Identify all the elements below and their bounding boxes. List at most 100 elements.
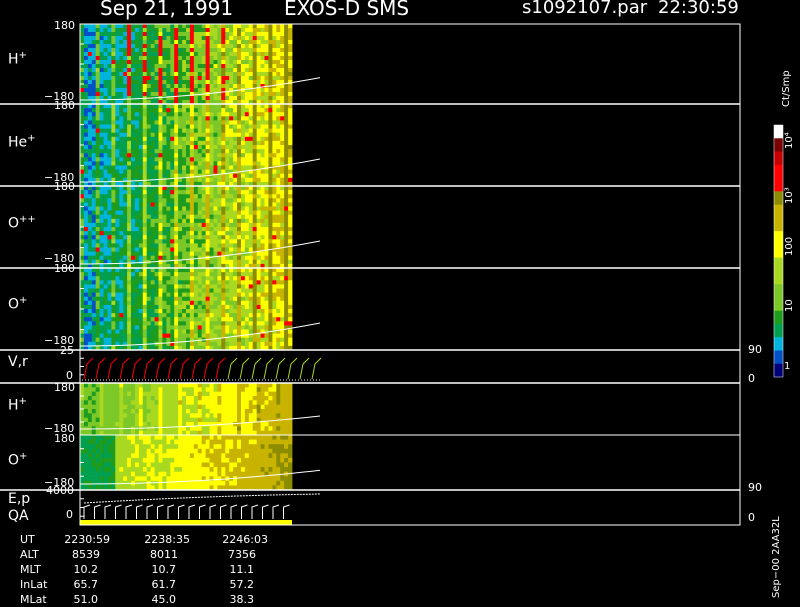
heatmap-cell (100, 72, 104, 76)
heatmap-cell (96, 309, 100, 314)
heatmap-cell (265, 387, 269, 392)
heatmap-cell (237, 276, 241, 281)
heatmap-cell (229, 426, 233, 431)
heatmap-cell (178, 239, 182, 244)
heatmap-cell (190, 72, 194, 76)
velocity-trace (216, 358, 225, 379)
heatmap-cell (166, 190, 170, 195)
heatmap-cell (245, 198, 249, 203)
heatmap-cell (265, 120, 269, 125)
heatmap-cell (265, 235, 269, 240)
heatmap-cell (225, 52, 229, 56)
heatmap-cell (119, 413, 123, 418)
heatmap-cell (249, 125, 253, 130)
heatmap-cell (288, 207, 292, 212)
heatmap-cell (111, 392, 115, 397)
heatmap-cell (280, 400, 284, 405)
heatmap-cell (253, 157, 257, 162)
heatmap-cell (92, 231, 96, 236)
heatmap-cell (221, 211, 225, 216)
heatmap-cell (253, 112, 257, 117)
heatmap-cell (288, 72, 292, 76)
heatmap-cell (261, 305, 265, 310)
heatmap-cell (139, 40, 143, 44)
heatmap-cell (225, 24, 229, 28)
heatmap-cell (155, 309, 159, 314)
heatmap-cell (170, 338, 174, 343)
heatmap-cell (257, 56, 261, 60)
heatmap-cell (155, 426, 159, 431)
heatmap-cell (100, 166, 104, 171)
heatmap-cell (111, 40, 115, 44)
heatmap-cell (257, 24, 261, 28)
heatmap-cell (214, 387, 218, 392)
heatmap-cell (143, 235, 147, 240)
heatmap-cell (225, 400, 229, 405)
heatmap-cell (119, 330, 123, 335)
heatmap-cell (194, 325, 198, 330)
heatmap-cell (151, 418, 155, 423)
heatmap-cell (151, 133, 155, 138)
heatmap-cell (84, 207, 88, 212)
heatmap-cell (80, 338, 84, 343)
heatmap-cell (80, 252, 84, 257)
heatmap-cell (92, 157, 96, 162)
heatmap-cell (84, 248, 88, 253)
heatmap-cell (155, 40, 159, 44)
heatmap-cell (182, 40, 186, 44)
heatmap-cell (182, 235, 186, 240)
heatmap-cell (237, 248, 241, 253)
heatmap-cell (151, 276, 155, 281)
heatmap-cell (155, 36, 159, 40)
heatmap-cell (88, 280, 92, 285)
heatmap-cell (206, 190, 210, 195)
heatmap-cell (253, 194, 257, 199)
heatmap-cell (237, 426, 241, 431)
heatmap-cell (119, 338, 123, 343)
heatmap-cell (276, 48, 280, 52)
velocity-trace (300, 358, 309, 379)
heatmap-cell (84, 161, 88, 166)
heatmap-cell (214, 116, 218, 121)
heatmap-cell (88, 76, 92, 80)
heatmap-cell (280, 413, 284, 418)
heatmap-cell (123, 145, 127, 150)
heatmap-cell (210, 170, 214, 175)
heatmap-cell (100, 84, 104, 88)
heatmap-cell (104, 112, 108, 117)
heatmap-cell (186, 96, 190, 100)
heatmap-cell (245, 153, 249, 158)
heatmap-cell (280, 252, 284, 257)
heatmap-cell (151, 321, 155, 326)
heatmap-cell (170, 161, 174, 166)
heatmap-cell (245, 280, 249, 285)
heatmap-cell (265, 305, 269, 310)
heatmap-cell (249, 24, 253, 28)
heatmap-cell (194, 235, 198, 240)
heatmap-cell (143, 174, 147, 179)
heatmap-cell (194, 198, 198, 203)
heatmap-cell (221, 243, 225, 248)
heatmap-cell (265, 400, 269, 405)
heatmap-cell (131, 28, 135, 32)
heatmap-cell (92, 64, 96, 68)
heatmap-cell (265, 223, 269, 228)
heatmap-cell (131, 297, 135, 302)
heatmap-cell (123, 280, 127, 285)
heatmap-cell (96, 317, 100, 322)
heatmap-cell (186, 317, 190, 322)
heatmap-cell (123, 166, 127, 171)
heatmap-cell (261, 284, 265, 289)
heatmap-cell (100, 36, 104, 40)
heatmap-cell (245, 76, 249, 80)
heatmap-cell (88, 227, 92, 232)
heatmap-cell (96, 68, 100, 72)
heatmap-cell (135, 260, 139, 265)
heatmap-cell (178, 243, 182, 248)
heatmap-cell (210, 68, 214, 72)
heatmap-cell (115, 120, 119, 125)
heatmap-cell (151, 239, 155, 244)
heatmap-cell (261, 215, 265, 220)
heatmap-cell (237, 317, 241, 322)
heatmap-cell (135, 330, 139, 335)
